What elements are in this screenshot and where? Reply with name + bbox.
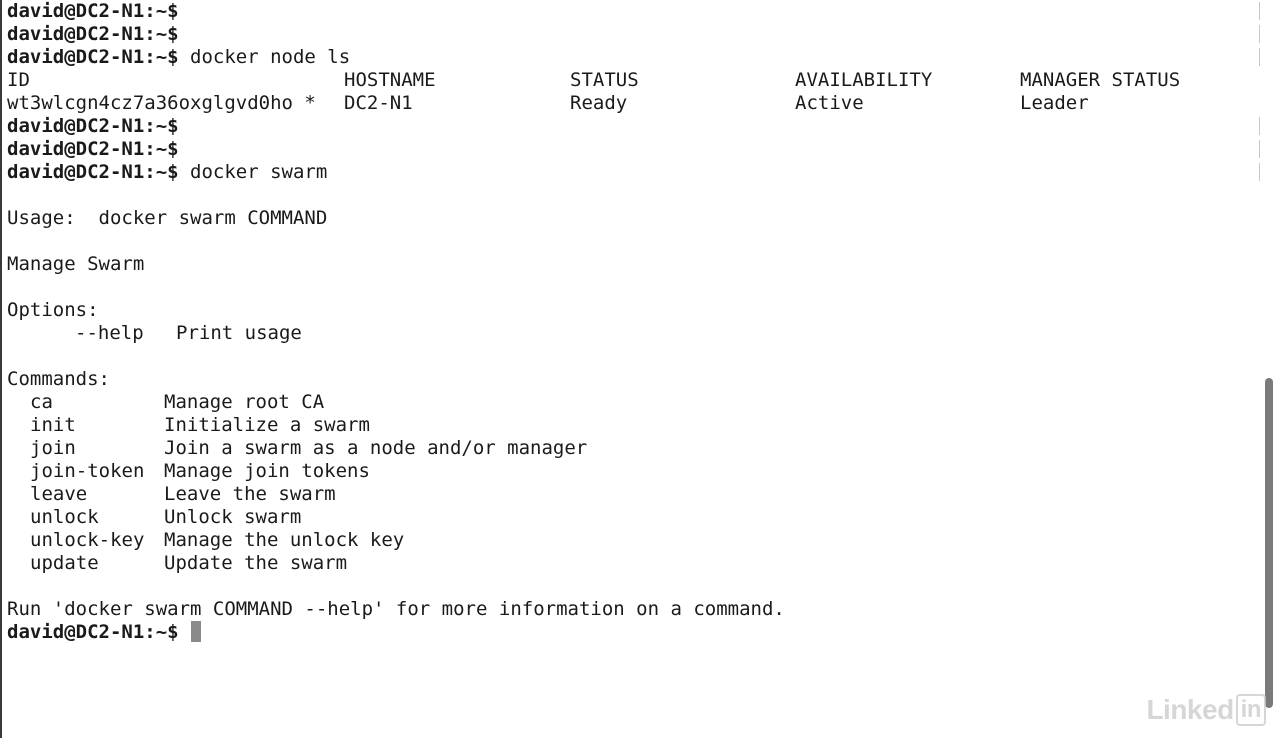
command-row: ca Manage root CA [7, 391, 1257, 414]
option-flag: --help [75, 322, 144, 344]
column-header-status: STATUS [570, 69, 639, 91]
shell-prompt: david@DC2-N1:~$ [7, 23, 179, 45]
command-row: update Update the swarm [7, 552, 1257, 575]
footer-help-line: Run 'docker swarm COMMAND --help' for mo… [7, 598, 785, 620]
node-id-cell: wt3wlcgn4cz7a36oxglgvd0ho * [7, 92, 316, 114]
option-description: Print usage [176, 322, 302, 344]
command-name: leave [30, 483, 88, 505]
command-text: docker swarm [178, 161, 328, 183]
command-description: Manage root CA [164, 391, 325, 413]
options-header: Options: [7, 299, 99, 321]
window-left-edge [0, 0, 2, 738]
terminal-line: david@DC2-N1:~$ docker node ls [7, 46, 1257, 69]
line-marker [1256, 163, 1260, 181]
command-name: ca [30, 391, 53, 413]
terminal-line: david@DC2-N1:~$ docker swarm [7, 161, 1257, 184]
command-name: unlock-key [30, 529, 145, 551]
terminal-line: david@DC2-N1:~$ [7, 138, 1257, 161]
watermark-text: Linked [1146, 694, 1234, 725]
column-header-hostname: HOSTNAME [344, 69, 436, 91]
terminal-line: david@DC2-N1:~$ [7, 115, 1257, 138]
node-availability-cell: Active [795, 92, 864, 114]
command-description: Initialize a swarm [164, 414, 370, 436]
command-row: join Join a swarm as a node and/or manag… [7, 437, 1257, 460]
command-description: Unlock swarm [164, 506, 302, 528]
linkedin-watermark-logo: Linked in [1146, 694, 1266, 726]
node-table-header: ID HOSTNAME STATUS AVAILABILITY MANAGER … [7, 69, 1257, 92]
command-row: join-token Manage join tokens [7, 460, 1257, 483]
node-status-cell: Ready [570, 92, 628, 114]
watermark-in-box: in [1235, 694, 1266, 726]
shell-prompt: david@DC2-N1:~$ [7, 0, 179, 22]
command-description: Join a swarm as a node and/or manager [164, 437, 588, 459]
command-row: unlock-key Manage the unlock key [7, 529, 1257, 552]
command-name: unlock [30, 506, 99, 528]
node-manager-status-cell: Leader [1020, 92, 1089, 114]
command-row: unlock Unlock swarm [7, 506, 1257, 529]
scrollbar-thumb[interactable] [1265, 378, 1273, 708]
node-hostname-cell: DC2-N1 [344, 92, 413, 114]
commands-header: Commands: [7, 368, 110, 390]
command-text: docker node ls [178, 46, 351, 68]
vertical-scrollbar[interactable] [1265, 0, 1276, 738]
command-name: join-token [30, 460, 145, 482]
command-description: Leave the swarm [164, 483, 336, 505]
column-header-id: ID [7, 69, 30, 91]
terminal-window[interactable]: david@DC2-N1:~$ david@DC2-N1:~$ david@DC… [0, 0, 1280, 738]
command-row: init Initialize a swarm [7, 414, 1257, 437]
command-description: Update the swarm [164, 552, 348, 574]
command-name: init [30, 414, 76, 436]
command-description: Manage the unlock key [164, 529, 405, 551]
active-prompt-line[interactable]: david@DC2-N1:~$ [7, 621, 1257, 644]
line-marker [1256, 25, 1260, 43]
shell-prompt: david@DC2-N1:~$ [7, 46, 179, 68]
usage-line: Usage: docker swarm COMMAND [7, 207, 328, 229]
line-marker [1256, 2, 1260, 20]
column-header-availability: AVAILABILITY [795, 69, 933, 91]
column-header-manager-status: MANAGER STATUS [1020, 69, 1181, 91]
description-line: Manage Swarm [7, 253, 145, 275]
terminal-line: david@DC2-N1:~$ [7, 0, 1257, 23]
line-marker [1256, 117, 1260, 135]
terminal-output: david@DC2-N1:~$ david@DC2-N1:~$ david@DC… [7, 0, 1257, 644]
line-marker [1256, 140, 1260, 158]
command-name: update [30, 552, 99, 574]
option-row: --help Print usage [7, 322, 1257, 345]
node-table-row: wt3wlcgn4cz7a36oxglgvd0ho * DC2-N1 Ready… [7, 92, 1257, 115]
command-row: leave Leave the swarm [7, 483, 1257, 506]
command-description: Manage join tokens [164, 460, 370, 482]
line-marker [1256, 48, 1260, 66]
text-cursor[interactable] [190, 621, 201, 642]
command-name: join [30, 437, 76, 459]
terminal-line: david@DC2-N1:~$ [7, 23, 1257, 46]
